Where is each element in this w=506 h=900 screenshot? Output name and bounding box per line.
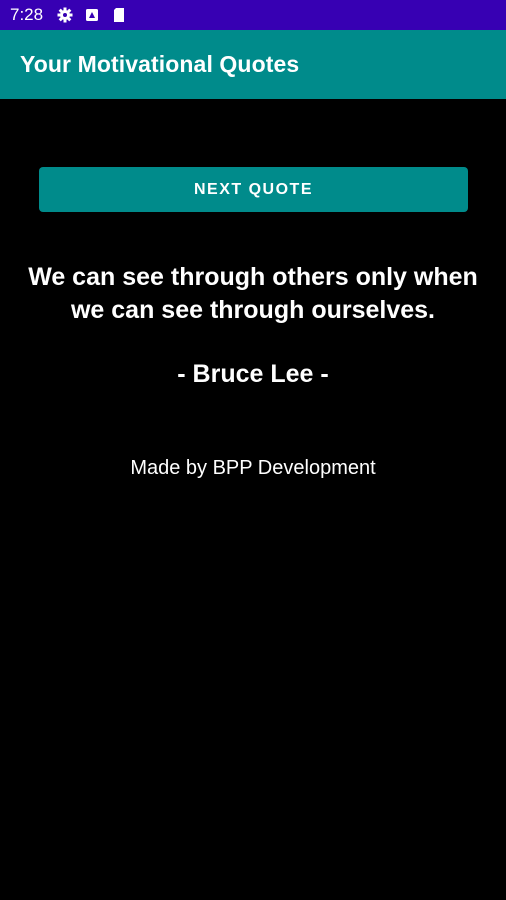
quote-text: We can see through others only when we c… xyxy=(28,263,478,324)
credit-text: Made by BPP Development xyxy=(130,457,376,479)
notification-icon xyxy=(84,7,100,23)
next-quote-button[interactable]: NEXT QUOTE xyxy=(39,167,468,212)
settings-icon xyxy=(57,7,73,23)
status-time: 7:28 xyxy=(10,5,44,24)
main-content: NEXT QUOTE We can see through others onl… xyxy=(0,99,506,900)
status-bar: 7:28 xyxy=(0,0,506,30)
app-bar: Your Motivational Quotes xyxy=(0,30,506,99)
quote-author: - Bruce Lee - xyxy=(177,360,329,388)
sd-card-icon xyxy=(111,7,127,23)
app-title: Your Motivational Quotes xyxy=(20,51,300,77)
